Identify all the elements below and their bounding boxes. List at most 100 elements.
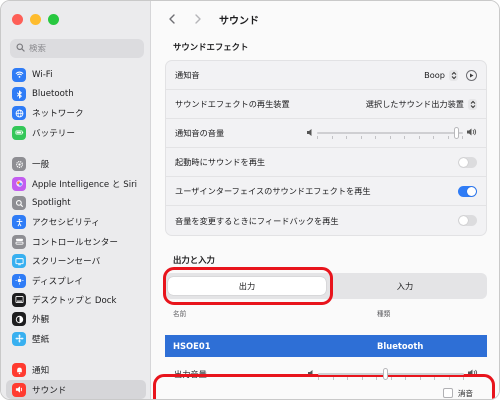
tab-output[interactable]: 出力: [168, 277, 326, 295]
play-device-row: サウンドエフェクトの再生装置 選択したサウンド出力装置: [166, 90, 486, 119]
chevron-right-icon: [195, 14, 201, 24]
sidebar-item-accessibility[interactable]: アクセシビリティ: [6, 213, 146, 232]
search-icon: [16, 42, 25, 55]
volume-feedback-toggle[interactable]: [458, 215, 477, 226]
alert-sound-row: 通知音 Boop: [166, 61, 486, 90]
mute-row: 消音: [165, 385, 487, 399]
column-name: 名前: [173, 310, 187, 318]
speaker-high-icon: [467, 128, 477, 138]
globe-icon: [12, 106, 26, 121]
output-input-section: 出力 入力 名前 種類 HSOE01 Bluetooth 出力音量 消音: [153, 267, 495, 399]
sidebar-item-appearance[interactable]: 外観: [6, 310, 146, 329]
sidebar-item-label: 一般: [32, 160, 50, 171]
mute-checkbox[interactable]: [442, 388, 453, 398]
sidebar-item-label: ネットワーク: [32, 109, 84, 120]
display-icon: [12, 273, 26, 288]
sidebar-item-label: 通知: [32, 366, 50, 377]
alert-sound-label: 通知音: [175, 70, 200, 80]
accessibility-icon: [12, 215, 26, 230]
magnifier-icon: [12, 196, 26, 211]
speaker-low-icon: [307, 128, 313, 138]
sidebar-item-label: コントロールセンター: [32, 237, 118, 248]
control-center-icon: [12, 234, 26, 249]
window-controls: [12, 14, 59, 25]
output-volume-slider[interactable]: [318, 368, 464, 380]
sound-effects-card: 通知音 Boop サウンドエフェクトの再生装置 選択したサウンド出力装置 通知音…: [165, 60, 487, 236]
minimize-button[interactable]: [30, 14, 41, 25]
sidebar-list: Wi-Fi Bluetooth ネットワーク バッテリー一般 Apple Intelli…: [6, 65, 146, 399]
tab-input[interactable]: 入力: [326, 277, 484, 295]
battery-icon: [12, 125, 26, 140]
bluetooth-icon: [12, 87, 26, 102]
page-title: サウンド: [219, 15, 259, 27]
device-row-selected[interactable]: HSOE01 Bluetooth: [165, 335, 487, 357]
back-button[interactable]: [165, 12, 179, 26]
forward-button[interactable]: [191, 12, 205, 26]
sound-effects-heading: サウンドエフェクト: [173, 42, 249, 52]
device-name: HSOE01: [173, 341, 211, 351]
speaker-icon: [12, 382, 26, 397]
volume-feedback-label: 音量を変更するときにフィードバックを再生: [175, 215, 339, 226]
column-type: 種類: [377, 310, 391, 318]
close-button[interactable]: [12, 14, 23, 25]
sidebar-item-screensaver[interactable]: スクリーンセーバ: [6, 252, 146, 271]
wifi-icon: [12, 67, 26, 82]
bell-icon: [12, 363, 26, 378]
output-input-heading: 出力と入力: [173, 255, 215, 265]
ui-effects-toggle[interactable]: [458, 185, 477, 197]
sidebar-item-gear[interactable]: 一般: [6, 155, 146, 174]
updown-chevron-icon: [468, 98, 477, 110]
output-volume-control: [308, 368, 478, 380]
volume-feedback-row: 音量を変更するときにフィードバックを再生: [166, 206, 486, 235]
sidebar-item-speaker[interactable]: サウンド: [6, 379, 146, 399]
slider-thumb[interactable]: [454, 127, 459, 139]
wallpaper-icon: [12, 331, 26, 346]
alert-volume-control: [307, 127, 477, 139]
sidebar-item-control-center[interactable]: コントロールセンター: [6, 232, 146, 251]
speaker-low-icon: [308, 369, 314, 379]
zoom-button[interactable]: [48, 14, 59, 25]
sidebar-item-siri[interactable]: Apple Intelligence と Siri: [6, 174, 146, 193]
search-input[interactable]: [29, 43, 139, 54]
sidebar-item-label: Wi-Fi: [32, 69, 53, 80]
sidebar-item-wifi[interactable]: Wi-Fi: [6, 65, 146, 84]
ui-effects-label: ユーザインターフェイスのサウンドエフェクトを再生: [175, 186, 371, 196]
settings-window: Wi-Fi Bluetooth ネットワークバッテリー一般 Apple Intelli…: [0, 0, 500, 400]
sidebar-item-battery[interactable]: バッテリー: [6, 123, 146, 142]
sidebar-item-dock[interactable]: デスクトップと Dock: [6, 290, 146, 309]
chevron-left-icon: [169, 14, 175, 24]
play-icon: [470, 73, 474, 77]
sidebar-item-label: アクセシビリティ: [32, 218, 100, 229]
device-table-header: 名前 種類: [165, 303, 487, 323]
speaker-high-icon: [468, 369, 478, 379]
sidebar-item-label: バッテリー: [32, 128, 75, 139]
play-device-popup[interactable]: 選択したサウンド出力装置: [366, 98, 477, 110]
alert-sound-popup[interactable]: Boop: [424, 69, 477, 81]
sidebar-item-bluetooth[interactable]: Bluetooth: [6, 84, 146, 103]
device-type: Bluetooth: [377, 341, 424, 351]
alert-volume-label: 通知音の音量: [175, 128, 225, 138]
alert-volume-slider[interactable]: [317, 127, 463, 139]
dock-icon: [12, 292, 26, 307]
alert-volume-row: 通知音の音量: [166, 119, 486, 148]
sidebar-item-globe[interactable]: ネットワーク: [6, 104, 146, 123]
sidebar-item-magnifier[interactable]: Spotlight: [6, 193, 146, 212]
slider-thumb[interactable]: [383, 368, 388, 380]
output-volume-row: 出力音量: [165, 363, 487, 385]
sidebar-item-wallpaper[interactable]: 壁紙: [6, 329, 146, 348]
mute-label: 消音: [457, 388, 473, 398]
play-sound-button[interactable]: [466, 69, 477, 81]
sidebar-item-label: デスクトップと Dock: [32, 295, 117, 306]
sidebar-item-display[interactable]: ディスプレイ: [6, 271, 146, 290]
appearance-icon: [12, 312, 26, 327]
search-field[interactable]: [10, 39, 144, 58]
updown-chevron-icon: [449, 69, 458, 81]
startup-sound-toggle[interactable]: [458, 156, 477, 168]
play-device-value: 選択したサウンド出力装置: [365, 99, 464, 109]
startup-sound-label: 起動時にサウンドを再生: [175, 157, 266, 167]
sidebar-item-label: Apple Intelligence と Siri: [32, 179, 138, 190]
sidebar-item-bell[interactable]: 通知: [6, 360, 146, 379]
siri-icon: [12, 176, 26, 191]
